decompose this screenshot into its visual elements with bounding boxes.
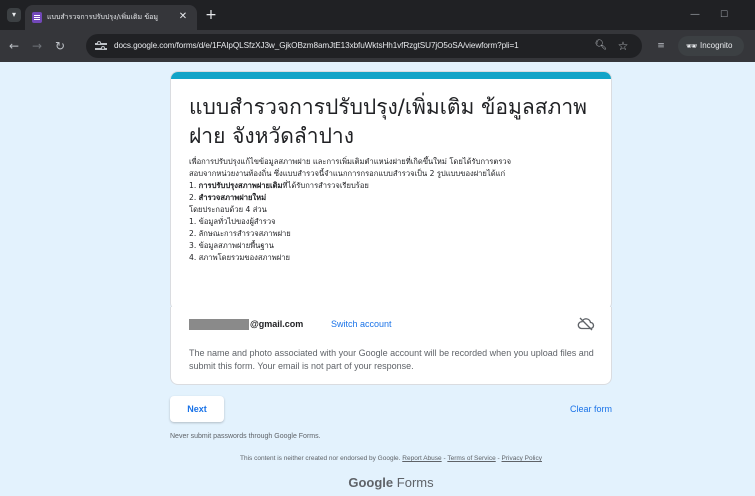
incognito-badge[interactable]: 🕶︎ Incognito [678,36,744,56]
section-item: 1. ข้อมูลทั่วไปของผู้สำรวจ [189,217,276,226]
maximize-icon[interactable]: ☐ [717,8,731,22]
google-forms-favicon-icon [32,12,42,23]
zoom-icon[interactable]: 🔍︎ [594,39,608,53]
tab-close-icon[interactable]: ✕ [176,10,190,24]
more-menu-icon[interactable]: ⋮ [750,39,755,53]
option-item-2: 2. สำรวจสภาพฝายใหม่ [189,193,267,202]
site-info-icon[interactable] [95,40,107,52]
reload-icon[interactable]: ↻ [52,38,68,54]
footer-disclaimer: This content is neither created nor endo… [240,455,542,462]
account-section: @gmail.com Switch account The name and p… [170,307,612,385]
description-line: เพื่อการปรับปรุงแก้ไขข้อมูลสภาพฝาย และกา… [189,157,512,166]
section-item: 4. สภาพโดยรวมของสภาพฝาย [189,253,290,262]
address-bar[interactable]: docs.google.com/forms/d/e/1FAIpQLSfzXJ3w… [86,34,642,58]
sections-intro: โดยประกอบด้วย 4 ส่วน [189,205,267,214]
new-tab-icon[interactable]: + [203,7,219,23]
bookmark-star-icon[interactable]: ☆ [616,39,630,53]
option-item-1: 1. การปรับปรุงสภาพฝายเดิมที่ได้รับการสำร… [189,181,369,190]
section-item: 2. ลักษณะการสำรวจสภาพฝาย [189,229,291,238]
accent-bar [171,72,611,79]
back-icon[interactable]: ← [6,38,22,54]
incognito-icon: 🕶︎ [686,41,698,51]
tab-title: แบบสำรวจการปรับปรุง/เพิ่มเติม ข้อมู [47,13,158,21]
url-text[interactable]: docs.google.com/forms/d/e/1FAIpQLSfzXJ3w… [114,34,584,58]
incognito-label: Incognito [700,41,733,50]
password-warning: Never submit passwords through Google Fo… [170,433,321,440]
redacted-email [189,319,249,330]
account-notice: The name and photo associated with your … [189,348,594,371]
switch-account-link[interactable]: Switch account [331,317,392,331]
browser-toolbar: ← → ↻ docs.google.com/forms/d/e/1FAIpQLS… [0,30,755,62]
google-forms-logo[interactable]: Google Forms [170,473,612,493]
minimize-icon[interactable]: — [688,8,702,22]
description-line: สอบจากหน่วยงานท้องถิ่น ซึ่งแบบสำรวจนี้จำ… [189,169,506,178]
tab-search-icon[interactable]: ▾ [7,8,21,22]
browser-tab[interactable]: แบบสำรวจการปรับปรุง/เพิ่มเติม ข้อมู ✕ [25,5,197,30]
page-viewport: แบบสำรวจการปรับปรุง/เพิ่มเติม ข้อมูลสภาพ… [0,62,755,496]
section-item: 3. ข้อมูลสภาพฝายพื้นฐาน [189,241,274,250]
clear-form-button[interactable]: Clear form [550,396,612,422]
next-button[interactable]: Next [170,396,224,422]
form-title: แบบสำรวจการปรับปรุง/เพิ่มเติม ข้อมูลสภาพ… [189,95,588,148]
form-description: เพื่อการปรับปรุงแก้ไขข้อมูลสภาพฝาย และกา… [189,156,599,264]
reading-list-icon[interactable]: ≡ [654,39,668,53]
account-email: @gmail.com [250,319,304,329]
form-header-card: แบบสำรวจการปรับปรุง/เพิ่มเติม ข้อมูลสภาพ… [170,71,612,311]
cloud-offline-icon [577,317,595,331]
terms-link[interactable]: Terms of Service [447,455,495,462]
privacy-link[interactable]: Privacy Policy [502,455,542,462]
forward-icon: → [31,39,43,53]
tab-strip: ▾ แบบสำรวจการปรับปรุง/เพิ่มเติม ข้อมู ✕ … [0,0,755,30]
report-abuse-link[interactable]: Report Abuse [402,455,441,462]
